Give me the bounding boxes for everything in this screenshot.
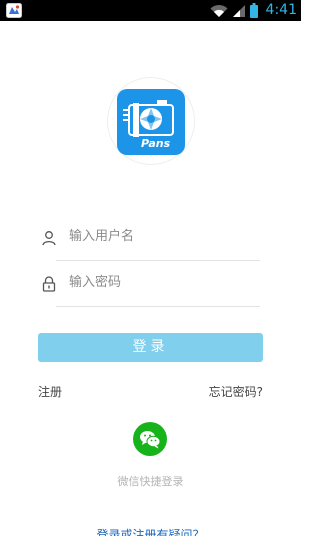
login-button[interactable]: 登录 [38, 333, 263, 362]
notification-icon [6, 3, 22, 18]
register-link[interactable]: 注册 [38, 383, 62, 400]
username-underline [56, 260, 260, 261]
status-icons: 4:41 [210, 2, 297, 19]
status-time: 4:41 [265, 2, 297, 18]
login-screen: 4:41 Pans 输入用户名 输入密码 登录 注册 忘记密码? 微信快捷登录 … [0, 0, 301, 536]
logo-text: Pans [141, 137, 171, 150]
forgot-password-link[interactable]: 忘记密码? [209, 383, 263, 400]
wifi-icon [210, 4, 228, 17]
password-input[interactable]: 输入密码 [69, 274, 121, 292]
camera-aperture-logo: Pans [123, 100, 174, 150]
app-logo: Pans [117, 89, 185, 155]
battery-icon [249, 3, 258, 18]
status-bar: 4:41 [0, 0, 301, 21]
wechat-login-label[interactable]: 微信快捷登录 [0, 473, 301, 489]
lock-icon [42, 276, 56, 292]
help-link[interactable]: 登录或注册有疑问？ [0, 526, 301, 536]
username-input[interactable]: 输入用户名 [69, 228, 134, 246]
username-field[interactable]: 输入用户名 [38, 217, 260, 261]
wechat-icon [140, 431, 161, 449]
user-icon [42, 231, 56, 246]
password-underline [56, 306, 260, 307]
signal-icon [232, 4, 245, 17]
wechat-login-button[interactable] [133, 422, 167, 456]
password-field[interactable]: 输入密码 [38, 263, 260, 307]
